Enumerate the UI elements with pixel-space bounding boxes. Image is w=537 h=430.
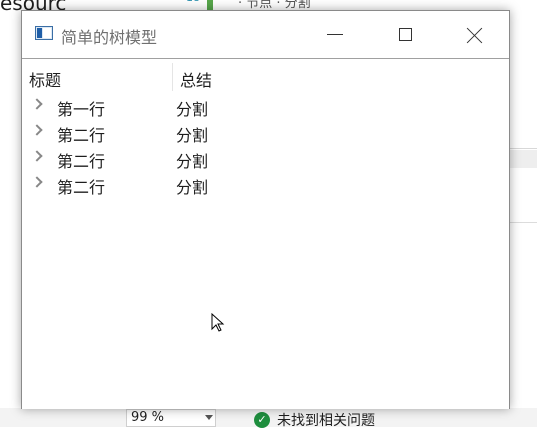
- title-bar[interactable]: 简单的树模型: [22, 11, 509, 58]
- column-divider[interactable]: [172, 63, 173, 91]
- tree-header: 标题 总结: [22, 59, 509, 91]
- maximize-button[interactable]: [382, 11, 428, 58]
- app-window: 简单的树模型 标题 总结 第一行 分割 第二行 分割 第二行 分割 第二行 分割: [21, 10, 510, 409]
- minimize-button[interactable]: [312, 11, 358, 58]
- tree-row[interactable]: 第二行 分割: [22, 119, 509, 145]
- row-summary: 分割: [176, 152, 209, 171]
- column-header-summary[interactable]: 总结: [180, 67, 212, 91]
- row-summary: 分割: [176, 178, 209, 197]
- chevron-right-icon[interactable]: [31, 176, 43, 188]
- row-title: 第一行: [57, 100, 106, 119]
- tree-row[interactable]: 第一行 分割: [22, 93, 509, 119]
- row-title: 第二行: [57, 178, 106, 197]
- row-title: 第二行: [57, 126, 106, 145]
- background-change-marker: [207, 0, 213, 10]
- chevron-right-icon[interactable]: [31, 124, 43, 136]
- tree-view[interactable]: 标题 总结 第一行 分割 第二行 分割 第二行 分割 第二行 分割: [22, 58, 509, 409]
- tree-row[interactable]: 第二行 分割: [22, 171, 509, 197]
- chevron-down-icon: [205, 415, 213, 420]
- background-divider: [510, 222, 537, 223]
- column-header-title[interactable]: 标题: [29, 67, 61, 91]
- background-divider: [510, 148, 537, 149]
- check-circle-icon: ✓: [254, 412, 270, 428]
- zoom-value: 99 %: [131, 410, 165, 425]
- tree-rows: 第一行 分割 第二行 分割 第二行 分割 第二行 分割: [22, 93, 509, 197]
- zoom-select[interactable]: 99 %: [126, 409, 216, 427]
- chevron-right-icon[interactable]: [31, 98, 43, 110]
- row-summary: 分割: [176, 126, 209, 145]
- row-title: 第二行: [57, 152, 106, 171]
- chevron-right-icon[interactable]: [31, 150, 43, 162]
- tree-row[interactable]: 第二行 分割: [22, 145, 509, 171]
- mouse-cursor-icon: [211, 313, 225, 332]
- background-panel: [510, 150, 537, 168]
- minimize-icon: [327, 34, 343, 35]
- status-text: 未找到相关问题: [277, 413, 375, 429]
- app-window-icon: [35, 26, 53, 40]
- status-indicator[interactable]: ✓ 未找到相关问题: [254, 410, 375, 430]
- row-summary: 分割: [176, 100, 209, 119]
- background-line-number: 18: [186, 0, 200, 4]
- maximize-icon: [398, 28, 412, 41]
- close-icon: [467, 27, 483, 43]
- close-button[interactable]: [452, 11, 498, 58]
- window-title: 简单的树模型: [61, 28, 158, 47]
